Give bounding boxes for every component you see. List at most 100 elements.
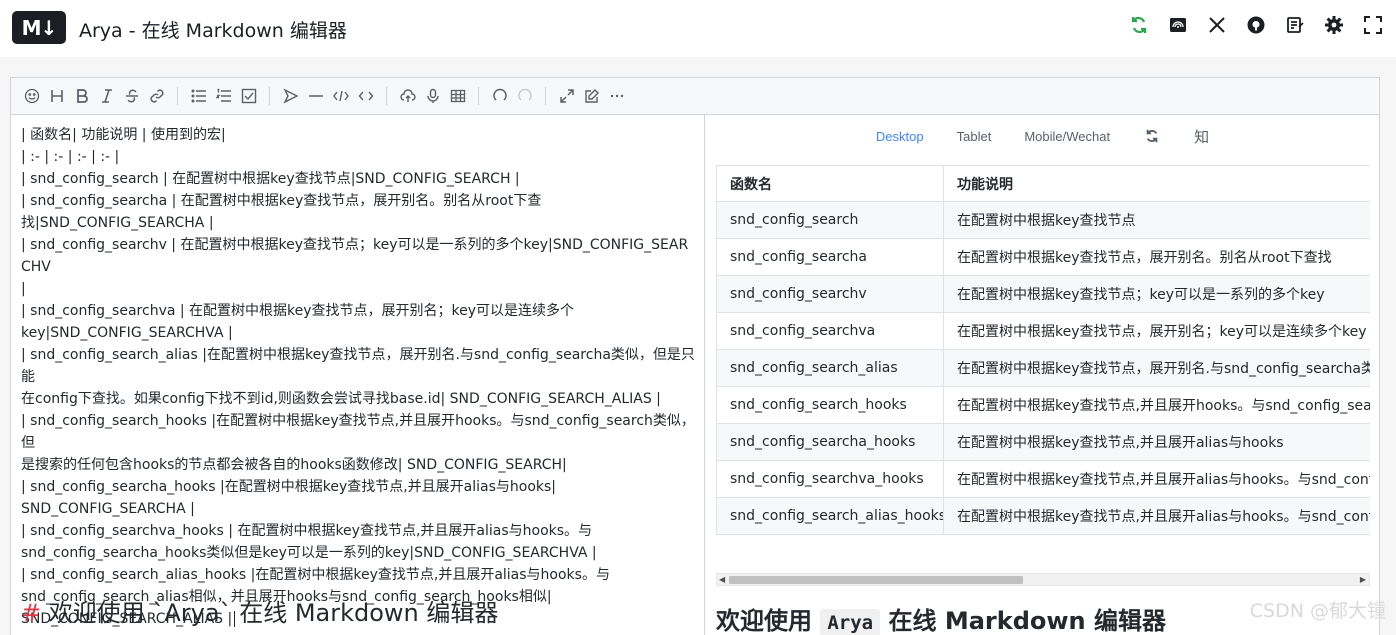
markdown-logo: M↓ [12, 11, 66, 44]
code-icon[interactable] [330, 85, 352, 107]
list-icon[interactable] [188, 85, 210, 107]
table-cell: 在配置树中根据key查找节点；key可以是一系列的多个key [943, 275, 1370, 313]
source-line[interactable]: | :- | :- | :- | :- | [21, 146, 697, 168]
upload-icon[interactable] [397, 85, 419, 107]
check-icon[interactable] [238, 85, 260, 107]
italic-icon[interactable] [96, 85, 118, 107]
table-cell: snd_config_search_hooks [716, 386, 944, 424]
heading-marker: # [21, 599, 42, 627]
scroll-left-icon[interactable]: ◀ [719, 575, 725, 584]
table-header-cell: 函数名 [716, 165, 944, 202]
tab-tablet[interactable]: Tablet [957, 129, 992, 144]
heading-icon[interactable] [46, 85, 68, 107]
notes-icon[interactable] [1284, 14, 1306, 36]
source-line[interactable]: | 函数名| 功能说明 | 使用到的宏| [21, 124, 697, 146]
source-line[interactable]: SND_CONFIG_SEARCHA | [21, 498, 697, 520]
sync-icon[interactable] [1128, 14, 1150, 36]
source-line[interactable]: | snd_config_search_hooks |在配置树中根据key查找节… [21, 410, 697, 454]
table-cell: 在配置树中根据key查找节点,并且展开alias与hooks。与snd_conf… [943, 460, 1370, 498]
table-icon[interactable] [447, 85, 469, 107]
source-line[interactable]: key|SND_CONFIG_SEARCHVA | [21, 322, 697, 344]
heading-source-text: 欢迎使用 `Arya` 在线 Markdown 编辑器 [48, 599, 499, 627]
quote-icon[interactable] [280, 85, 302, 107]
cnblogs-icon[interactable] [1167, 14, 1189, 36]
table-cell: 在配置树中根据key查找节点，展开别名；key可以是连续多个key [943, 312, 1370, 350]
table-cell: snd_config_searcha_hooks [716, 423, 944, 461]
toolbar-divider [386, 87, 387, 105]
preview-heading-code: Arya [820, 609, 881, 635]
table-row: snd_config_searcha_hooks 在配置树中根据key查找节点,并… [716, 423, 1370, 461]
x-icon[interactable] [1206, 14, 1228, 36]
record-icon[interactable] [422, 85, 444, 107]
table-header-row: 函数名 功能说明 [716, 165, 1370, 202]
scrollbar-thumb[interactable] [729, 576, 1023, 584]
table-cell: snd_config_searchva [716, 312, 944, 350]
table-cell: 在配置树中根据key查找节点 [943, 201, 1370, 239]
toolbar-divider [478, 87, 479, 105]
table-row: snd_config_search 在配置树中根据key查找节点 [716, 201, 1370, 239]
source-line[interactable]: | snd_config_search | 在配置树中根据key查找节点|SND… [21, 168, 697, 190]
source-line[interactable]: 找|SND_CONFIG_SEARCHA | [21, 212, 697, 234]
source-heading-line[interactable]: # 欢迎使用 `Arya` 在线 Markdown 编辑器 [21, 593, 498, 628]
table-row: snd_config_searchva 在配置树中根据key查找节点，展开别名；k… [716, 312, 1370, 350]
source-line[interactable]: | snd_config_searchva | 在配置树中根据key查找节点，展… [21, 300, 697, 322]
markdown-source-pane[interactable]: | 函数名| 功能说明 | 使用到的宏| | :- | :- | :- | :- … [11, 115, 705, 635]
table-header-cell: 功能说明 [943, 165, 1370, 202]
toolbar-divider [177, 87, 178, 105]
source-line[interactable]: | snd_config_searchva_hooks | 在配置树中根据key… [21, 520, 697, 542]
table-cell: 在配置树中根据key查找节点,并且展开alias与hooks [943, 423, 1370, 461]
emoji-icon[interactable] [21, 85, 43, 107]
preview-pane: Desktop Tablet Mobile/Wechat 知 函数名 功能说明 … [706, 115, 1379, 635]
table-cell: snd_config_searchva_hooks [716, 460, 944, 498]
source-line[interactable]: | snd_config_search_alias_hooks |在配置树中根据… [21, 564, 697, 586]
table-row: snd_config_searchva_hooks 在配置树中根据key查找节点,… [716, 460, 1370, 498]
source-line[interactable]: 是搜索的任何包含hooks的节点都会被各自的hooks函数修改| SND_CON… [21, 454, 697, 476]
source-line[interactable]: | snd_config_search_alias |在配置树中根据key查找节… [21, 344, 697, 388]
editor: | 函数名| 功能说明 | 使用到的宏| | :- | :- | :- | :- … [10, 77, 1380, 635]
undo-icon[interactable] [489, 85, 511, 107]
source-line[interactable]: | [21, 278, 697, 300]
table-cell: snd_config_search [716, 201, 944, 239]
edit-mode-icon[interactable] [581, 85, 603, 107]
table-row: snd_config_search_hooks 在配置树中根据key查找节点,并且… [716, 386, 1370, 424]
source-line[interactable]: | snd_config_searcha | 在配置树中根据key查找节点，展开… [21, 190, 697, 212]
expand-icon[interactable] [556, 85, 578, 107]
source-line[interactable]: | snd_config_searchv | 在配置树中根据key查找节点；ke… [21, 234, 697, 278]
app-title: Arya - 在线 Markdown 编辑器 [79, 20, 347, 42]
refresh-icon[interactable] [1143, 127, 1161, 145]
tab-mobile-wechat[interactable]: Mobile/Wechat [1024, 129, 1110, 144]
app-header: M↓ Arya - 在线 Markdown 编辑器 [0, 0, 1396, 57]
strike-icon[interactable] [121, 85, 143, 107]
source-line[interactable]: 在config下查找。如果config下找不到id,则函数会尝试寻找base.i… [21, 388, 697, 410]
tab-desktop[interactable]: Desktop [876, 129, 924, 144]
editor-toolbar [11, 78, 1379, 115]
preview-heading: 欢迎使用 Arya 在线 Markdown 编辑器 [716, 601, 1166, 635]
source-line[interactable]: | snd_config_searcha_hooks |在配置树中根据key查找… [21, 476, 697, 498]
fullscreen-icon[interactable] [1362, 14, 1384, 36]
settings-icon[interactable] [1323, 14, 1345, 36]
preview-table-container: 函数名 功能说明 snd_config_search 在配置树中根据key查找节点… [716, 165, 1370, 560]
table-horizontal-scrollbar[interactable]: ◀ ▶ [716, 573, 1370, 586]
link-icon[interactable] [146, 85, 168, 107]
line-icon[interactable] [305, 85, 327, 107]
preview-heading-text: 欢迎使用 [716, 607, 812, 635]
zhihu-icon[interactable]: 知 [1194, 126, 1209, 147]
table-cell: snd_config_searcha [716, 238, 944, 276]
github-icon[interactable] [1245, 14, 1267, 36]
inline-code-icon[interactable] [355, 85, 377, 107]
ordered-list-icon[interactable] [213, 85, 235, 107]
table-row: snd_config_search_alias_hooks 在配置树中根据key查… [716, 497, 1370, 535]
table-row: snd_config_searchv 在配置树中根据key查找节点；key可以是一… [716, 275, 1370, 313]
preview-heading-text: 在线 Markdown 编辑器 [888, 607, 1166, 635]
table-cell: 在配置树中根据key查找节点,并且展开alias与hooks。与snd_conf… [943, 497, 1370, 535]
table-cell: snd_config_search_alias [716, 349, 944, 387]
table-cell: 在配置树中根据key查找节点，展开别名.与snd_config_searcha类… [943, 349, 1370, 387]
table-cell: snd_config_search_alias_hooks [716, 497, 944, 535]
markdown-source[interactable]: | 函数名| 功能说明 | 使用到的宏| | :- | :- | :- | :- … [21, 124, 697, 630]
preview-device-tabs: Desktop Tablet Mobile/Wechat 知 [706, 115, 1379, 157]
redo-icon[interactable] [514, 85, 536, 107]
bold-icon[interactable] [71, 85, 93, 107]
scroll-right-icon[interactable]: ▶ [1360, 575, 1366, 584]
source-line[interactable]: snd_config_searcha_hooks类似但是key可以是一系列的ke… [21, 542, 697, 564]
more-icon[interactable] [606, 85, 628, 107]
